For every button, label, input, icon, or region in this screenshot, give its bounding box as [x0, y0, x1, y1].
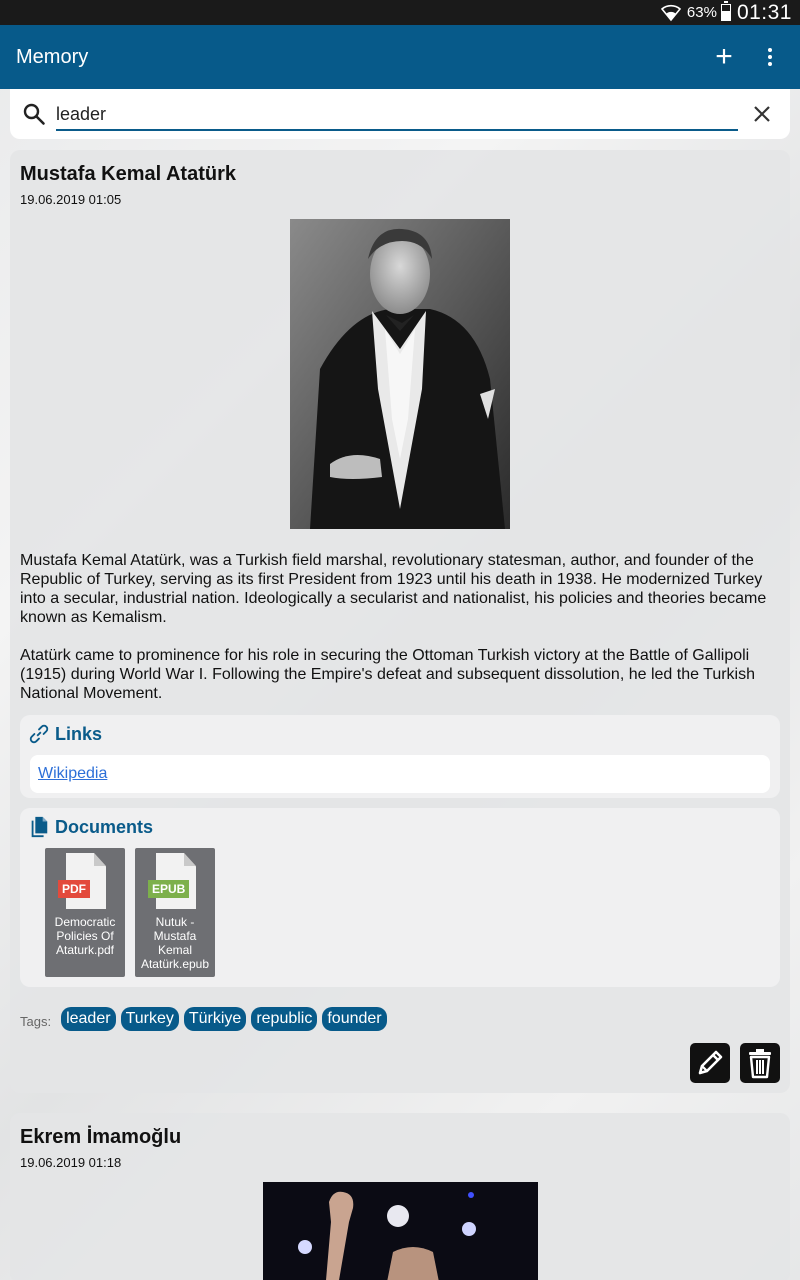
search-icon [23, 103, 45, 125]
link-item: Wikipedia [30, 755, 770, 793]
memory-card[interactable]: Ekrem İmamoğlu 19.06.2019 01:18 [10, 1113, 790, 1280]
clock: 01:31 [736, 0, 792, 24]
tag-chip[interactable]: republic [251, 1007, 318, 1031]
pdf-file-icon: PDF [58, 853, 106, 909]
tag-chip[interactable]: founder [322, 1007, 387, 1031]
tag-chip[interactable]: leader [61, 1007, 116, 1031]
memory-description: Mustafa Kemal Atatürk, was a Turkish fie… [20, 551, 780, 703]
battery-icon [720, 1, 731, 21]
document-name: Nutuk - Mustafa Kemal Atatürk.epub [140, 915, 210, 971]
battery-percent: 63% [686, 4, 717, 21]
add-button[interactable]: + [702, 35, 746, 79]
search-field [56, 99, 738, 135]
delete-trash-icon [749, 1049, 771, 1079]
links-section: Links Wikipedia [20, 715, 780, 798]
delete-button[interactable] [740, 1043, 780, 1083]
description-paragraph: Atatürk came to prominence for his role … [20, 647, 756, 702]
status-bar: 63% 01:31 [0, 0, 800, 25]
tags-label: Tags: [20, 1013, 52, 1029]
tag-chip[interactable]: Türkiye [183, 1007, 247, 1031]
memory-title: Mustafa Kemal Atatürk [20, 163, 236, 185]
app-bar: Memory + [0, 25, 800, 89]
memory-date: 19.06.2019 01:18 [20, 1155, 122, 1170]
more-vert-icon [768, 48, 772, 52]
wifi-icon [660, 4, 681, 21]
links-heading: Links [55, 723, 103, 744]
documents-section: Documents PDF Democratic Policies Of Ata… [20, 808, 780, 987]
memory-photo[interactable] [262, 1182, 538, 1280]
search-bar [10, 89, 790, 139]
link-icon [29, 724, 49, 744]
edit-pencil-icon [698, 1050, 723, 1075]
close-icon [754, 106, 770, 122]
memory-photo[interactable] [290, 219, 510, 529]
document-icon [31, 816, 48, 838]
memory-title: Ekrem İmamoğlu [20, 1126, 182, 1148]
documents-heading: Documents [55, 816, 154, 837]
document-name: Democratic Policies Of Ataturk.pdf [54, 915, 116, 957]
clear-search-button[interactable] [744, 96, 780, 132]
more-options-button[interactable] [748, 35, 792, 79]
document-item-pdf[interactable]: PDF Democratic Policies Of Ataturk.pdf [45, 848, 125, 977]
document-item-epub[interactable]: EPUB Nutuk - Mustafa Kemal Atatürk.epub [135, 848, 215, 977]
tag-chip[interactable]: Turkey [120, 1007, 179, 1031]
card-actions [690, 1043, 780, 1083]
app-title: Memory [16, 45, 89, 68]
tags-row: Tags: leader Turkey Türkiye republic fou… [20, 1007, 780, 1031]
plus-icon: + [715, 40, 733, 73]
epub-file-icon: EPUB [148, 853, 196, 909]
memory-date: 19.06.2019 01:05 [20, 192, 122, 207]
edit-button[interactable] [690, 1043, 730, 1083]
description-paragraph: Mustafa Kemal Atatürk, was a Turkish fie… [20, 552, 767, 626]
wikipedia-link[interactable]: Wikipedia [38, 765, 107, 783]
search-input[interactable] [56, 99, 738, 131]
memory-card[interactable]: Mustafa Kemal Atatürk 19.06.2019 01:05 M… [10, 150, 790, 1093]
